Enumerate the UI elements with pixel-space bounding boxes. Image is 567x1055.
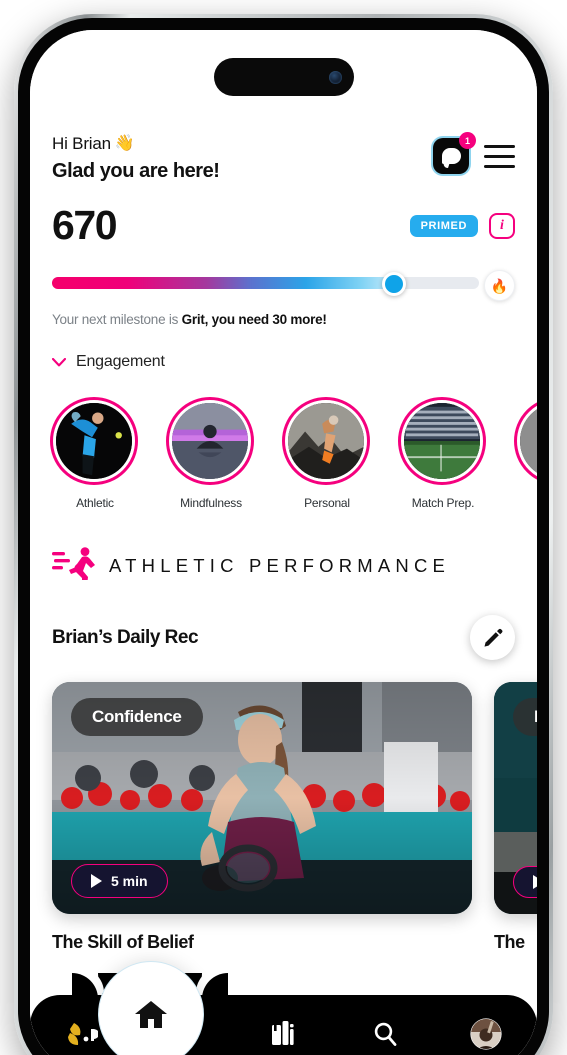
card-duration-button[interactable]: 5 min [71,864,168,898]
daily-rec-row: Brian’s Daily Rec [52,615,515,660]
nav-library[interactable] [233,1019,334,1049]
story-ring [166,397,254,485]
chat-unread-badge: 1 [459,132,476,149]
running-person-icon [52,546,96,586]
waving-hand-icon: 👋 [114,135,135,152]
meditation-sunset-icon [172,403,248,479]
story-item-partial[interactable]: M [514,397,537,510]
score-row: 670 PRIMED i [52,205,515,246]
front-camera-icon [328,70,342,84]
section-title: ATHLETIC PERFORMANCE [109,554,451,576]
nav-search[interactable] [334,1019,435,1049]
burger-line-1 [484,144,515,148]
hamburger-menu-icon[interactable] [484,144,515,168]
score-progress-bar[interactable]: 🔥 [52,270,515,301]
milestone-strong: Grit, you need 30 more! [181,312,327,327]
story-circle-list[interactable]: Athletic Mindfulness Personal Match Prep… [50,397,537,510]
search-icon [374,1022,397,1046]
story-thumbnail [56,403,132,479]
card-second[interactable]: H [494,682,537,914]
card-title-1: The Skill of Belief [52,932,194,952]
card-tag: Confidence [71,698,203,736]
recommendation-cards[interactable]: Confidence 5 min [52,682,537,914]
story-item-match-prep[interactable]: Match Prep. [398,397,488,510]
story-item-personal[interactable]: Personal [282,397,372,510]
play-icon [91,874,102,888]
pencil-icon[interactable] [470,615,515,660]
dynamic-island [213,58,354,96]
story-ring [282,397,370,485]
score-value: 670 [52,202,118,248]
chat-bubble-icon[interactable]: 1 [433,132,476,174]
story-thumbnail [288,403,364,479]
story-ring [50,397,138,485]
card-duration-button[interactable] [513,866,537,898]
story-thumbnail [172,403,248,479]
app-viewport: Hi Brian 👋 Glad you are here! 1 670 PRIM… [30,30,537,1055]
phone-screen: Hi Brian 👋 Glad you are here! 1 670 PRIM… [30,30,537,1055]
status-badge[interactable]: PRIMED [409,214,478,237]
info-icon[interactable]: i [489,212,515,239]
greeting-hi: Hi Brian 👋 [52,134,220,154]
pencil-svg [484,628,502,647]
bottom-nav-bar [30,961,537,1055]
engagement-label: Engagement [76,353,165,370]
running-person-svg [52,547,95,586]
story-label: M [514,496,537,510]
chevron-down-svg [51,357,67,366]
tennis-stadium-icon [404,403,480,479]
greeting-main: Glad you are here! [52,160,220,182]
partial-thumbnail-icon [520,403,537,479]
story-thumbnail [404,403,480,479]
card-title-row: The Skill of Belief The [52,932,525,953]
story-label: Athletic [76,496,114,510]
burger-line-3 [484,164,515,168]
story-label: Mindfulness [180,496,242,510]
app-header: Hi Brian 👋 Glad you are here! 1 [52,30,515,183]
story-label: Personal [304,496,350,510]
card-duration-label: 5 min [111,873,148,889]
climber-rocks-icon [288,403,364,479]
card-title-2: The [494,932,525,952]
nav-profile[interactable] [436,1017,537,1051]
story-label: Match Prep. [411,496,475,510]
speech-bubble-glyph [441,148,461,164]
leaf-logo-icon [67,1023,98,1045]
screenshot-stage: Hi Brian 👋 Glad you are here! 1 670 PRIM… [0,0,567,1055]
milestone-text: Your next milestone is Grit, you need 30… [52,312,515,327]
flame-icon: 🔥 [484,270,515,301]
milestone-prefix: Your next milestone is [52,312,182,327]
section-header: ATHLETIC PERFORMANCE [52,546,515,586]
story-item-athletic[interactable]: Athletic [50,397,140,510]
story-item-mindfulness[interactable]: Mindfulness [166,397,256,510]
nav-home[interactable] [97,961,204,1055]
phone-bezel: Hi Brian 👋 Glad you are here! 1 670 PRIM… [18,18,549,1055]
card-confidence[interactable]: Confidence 5 min [52,682,472,914]
book-chart-icon [271,1021,294,1045]
story-ring [514,397,537,485]
greeting-hi-text: Hi Brian [52,134,111,153]
avatar-icon [470,1018,502,1050]
chevron-down-icon [51,356,67,369]
tennis-player-swing-icon [56,403,132,479]
play-icon [533,875,537,889]
phone-frame: Hi Brian 👋 Glad you are here! 1 670 PRIM… [14,14,553,1055]
app-content: Hi Brian 👋 Glad you are here! 1 670 PRIM… [30,30,537,1055]
story-thumbnail [520,403,537,479]
burger-line-2 [484,154,515,158]
progress-thumb[interactable] [381,272,406,296]
home-icon [134,1001,167,1028]
story-ring [398,397,486,485]
score-meta: PRIMED i [409,212,515,239]
engagement-toggle[interactable]: Engagement [51,353,515,371]
greeting-block: Hi Brian 👋 Glad you are here! [52,134,220,183]
header-actions: 1 [433,132,515,174]
progress-fill [52,277,395,289]
daily-rec-title: Brian’s Daily Rec [52,626,199,648]
